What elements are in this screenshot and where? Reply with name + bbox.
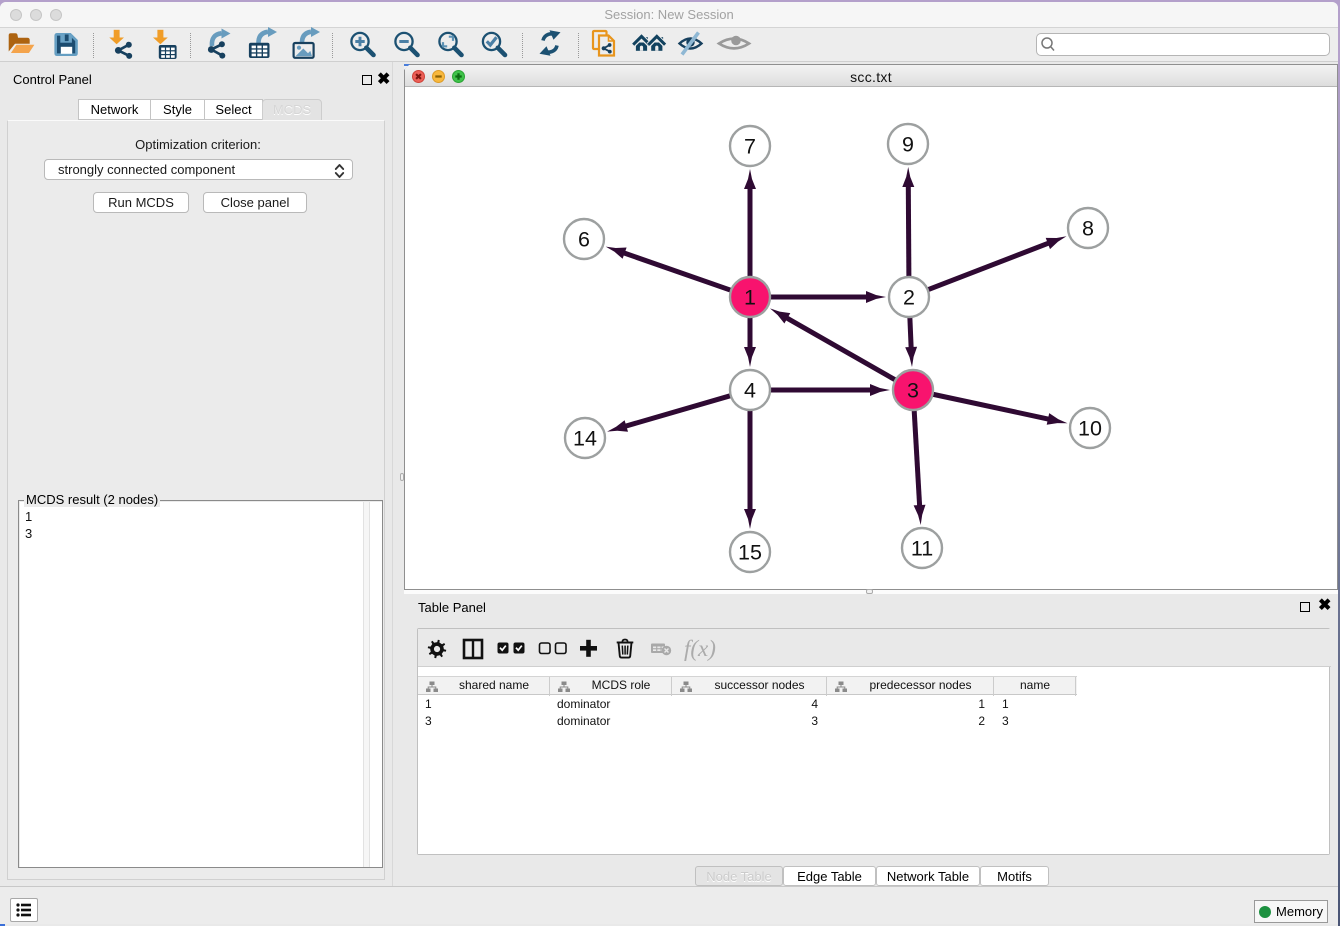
svg-text:9: 9 [902,133,914,157]
svg-text:2: 2 [903,286,915,310]
svg-text:8: 8 [1082,217,1094,241]
svg-text:14: 14 [573,427,597,451]
svg-text:15: 15 [738,541,762,565]
svg-text:6: 6 [578,228,590,252]
svg-text:f(x): f(x) [684,636,716,661]
svg-text:11: 11 [911,537,933,561]
svg-text:1: 1 [744,286,756,310]
svg-text:10: 10 [1078,417,1102,441]
svg-text:3: 3 [907,379,919,403]
svg-text:4: 4 [744,379,756,403]
svg-text:7: 7 [744,135,756,159]
